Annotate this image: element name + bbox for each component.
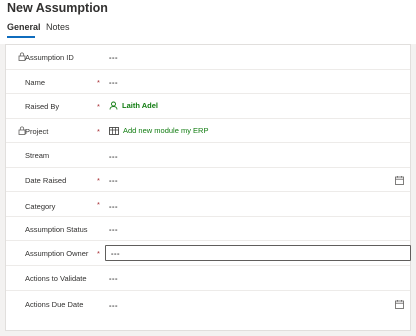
field-row-assumption-status: Assumption Status ---: [6, 217, 410, 241]
assumption-owner-value: ---: [111, 249, 120, 258]
assumption-owner-label: Assumption Owner: [25, 249, 89, 258]
field-row-assumption-id: Assumption ID ---: [6, 45, 410, 70]
field-row-assumption-owner: Assumption Owner * ---: [6, 241, 411, 266]
field-row-date-raised: Date Raised * ---: [6, 168, 410, 192]
calendar-icon[interactable]: [395, 300, 404, 309]
date-raised-label: Date Raised: [25, 176, 67, 185]
field-row-actions-due-date: Actions Due Date ---: [6, 291, 410, 330]
assumption-id-label: Assumption ID: [25, 53, 74, 62]
name-input[interactable]: ---: [109, 78, 118, 87]
project-label: Project: [25, 127, 49, 136]
project-value: Add new module my ERP: [123, 126, 209, 135]
required-marker: *: [97, 78, 100, 87]
stream-label: Stream: [25, 151, 50, 160]
required-marker: *: [97, 127, 100, 136]
field-row-actions-to-validate: Actions to Validate ---: [6, 266, 410, 291]
page-title: New Assumption: [7, 1, 108, 15]
raised-by-value: Laith Adel: [122, 101, 158, 110]
actions-to-validate-label: Actions to Validate: [25, 274, 87, 283]
field-row-project: Project * Add new module my ERP: [6, 119, 410, 143]
form-header: New Assumption General Notes: [0, 0, 416, 44]
field-row-category: Category * ---: [6, 192, 410, 217]
stream-input[interactable]: ---: [109, 152, 118, 161]
category-select[interactable]: ---: [109, 202, 118, 211]
raised-by-lookup[interactable]: Laith Adel: [109, 101, 158, 110]
tab-notes[interactable]: Notes: [46, 22, 70, 32]
required-marker: *: [97, 102, 100, 111]
field-row-stream: Stream ---: [6, 143, 410, 168]
raised-by-label: Raised By: [25, 102, 60, 111]
calendar-icon[interactable]: [395, 176, 404, 185]
person-icon: [109, 101, 118, 110]
required-marker: *: [97, 200, 100, 209]
assumption-status-label: Assumption Status: [25, 225, 88, 234]
name-label: Name: [25, 78, 46, 87]
actions-due-date-input[interactable]: ---: [109, 301, 118, 310]
general-form-section: Assumption ID --- Name * --- Raised By *…: [5, 44, 411, 331]
actions-due-date-label: Actions Due Date: [25, 300, 84, 309]
required-marker: *: [97, 249, 100, 258]
field-row-raised-by: Raised By * Laith Adel: [6, 94, 410, 119]
table-icon: [109, 126, 119, 135]
assumption-owner-input[interactable]: ---: [105, 245, 411, 261]
field-row-name: Name * ---: [6, 70, 410, 94]
category-label: Category: [25, 202, 56, 211]
tab-general[interactable]: General: [7, 22, 41, 32]
actions-to-validate-input[interactable]: ---: [109, 274, 118, 283]
project-lookup[interactable]: Add new module my ERP: [109, 126, 208, 135]
active-tab-indicator: [7, 36, 35, 38]
assumption-status-select[interactable]: ---: [109, 225, 118, 234]
required-marker: *: [97, 176, 100, 185]
assumption-id-value: ---: [109, 53, 118, 62]
date-raised-input[interactable]: ---: [109, 176, 118, 185]
